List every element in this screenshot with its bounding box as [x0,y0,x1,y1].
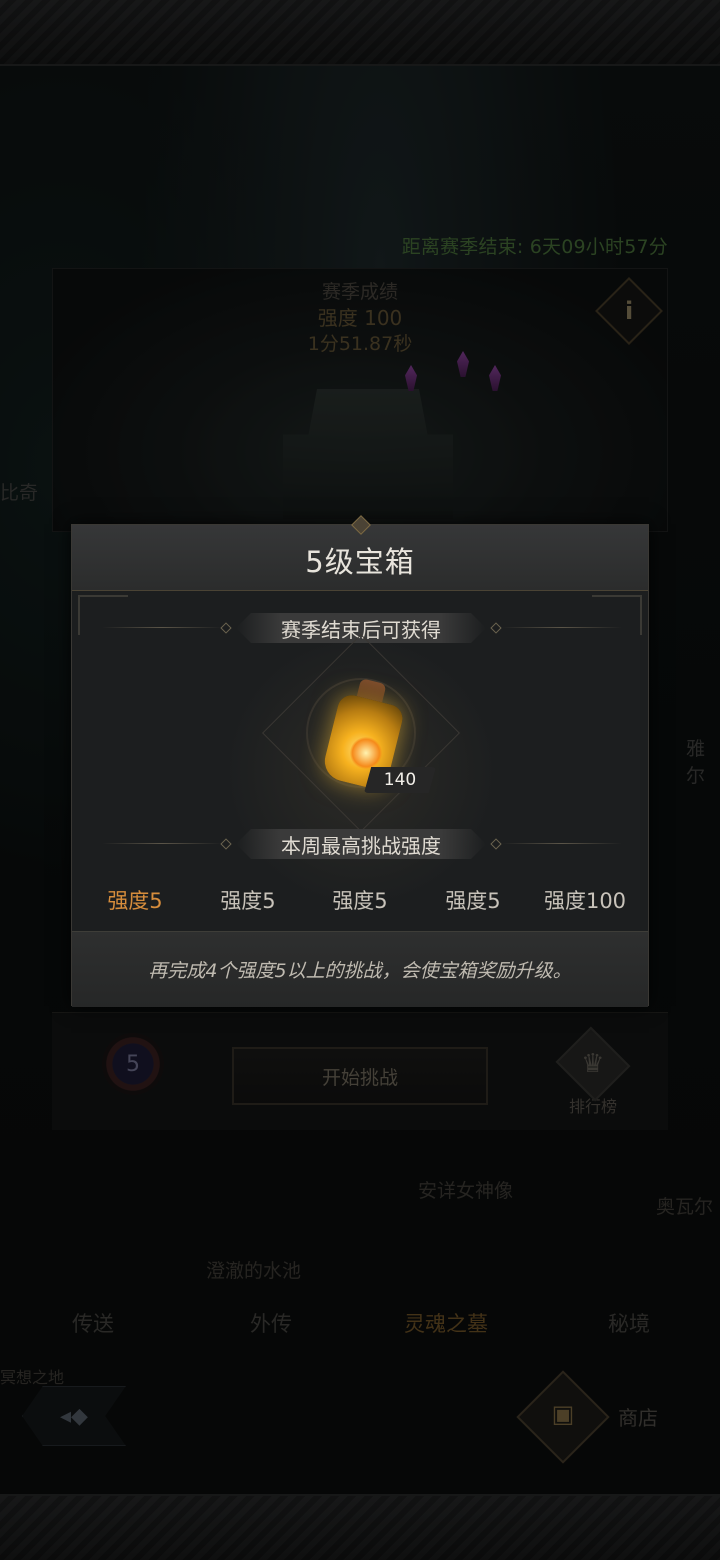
corner-ornament-left [78,595,128,635]
glowing-orb [350,737,382,769]
ribbon-diamond [220,838,232,850]
intensity-item: 强度5 [220,889,276,913]
item-count: 140 [364,767,436,793]
chest-modal: 5级宝箱 赛季结束后可获得 140 本周最高挑战强度 强度5 强度5 强度5 强… [71,515,649,1007]
intensity-item: 强度5 [107,889,163,913]
intensity-ribbon: 本周最高挑战强度 [236,829,486,859]
intensity-item: 强度5 [332,889,388,913]
corner-ornament-right [592,595,642,635]
ribbon-diamond [490,622,502,634]
ribbon-line [102,843,222,844]
modal-body: 赛季结束后可获得 140 本周最高挑战强度 强度5 强度5 强度5 强度5 强度… [72,591,648,931]
ribbon-line [102,627,222,628]
ribbon-line [502,843,622,844]
intensity-item: 强度100 [543,889,627,913]
upgrade-hint: 再完成4个强度5以上的挑战，会使宝箱奖励升级。 [72,931,648,1007]
modal-header: 5级宝箱 [72,515,648,591]
intensity-item: 强度5 [445,889,501,913]
ribbon-diamond [220,622,232,634]
modal-title: 5级宝箱 [305,545,415,579]
ribbon-diamond [490,838,502,850]
weekly-intensity-list: 强度5 强度5 强度5 强度5 强度100 [72,879,648,919]
ribbon-line [502,627,622,628]
